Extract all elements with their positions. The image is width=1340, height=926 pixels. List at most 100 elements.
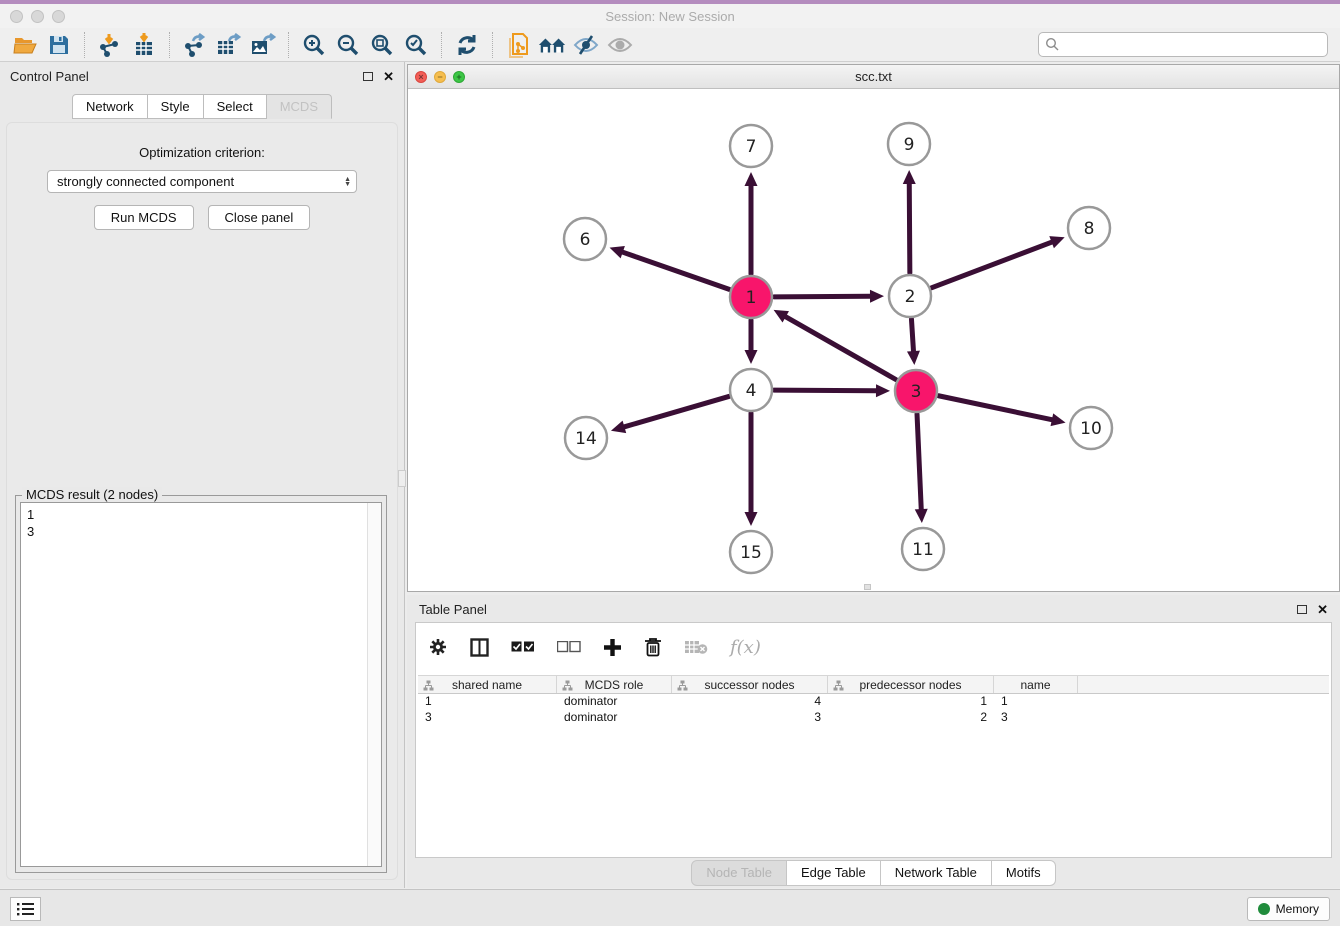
node-label-11: 11: [912, 540, 934, 560]
column-header-predecessor-nodes[interactable]: predecessor nodes: [828, 676, 994, 693]
search-input[interactable]: [1060, 38, 1327, 52]
table-cell[interactable]: 3: [418, 710, 557, 726]
memory-button[interactable]: Memory: [1247, 897, 1330, 921]
import-table-button[interactable]: [129, 31, 159, 59]
select-all-icon[interactable]: [511, 641, 535, 653]
export-network-button[interactable]: [180, 31, 210, 59]
network-graph[interactable]: 1234678910111415: [408, 89, 1339, 591]
edge-arrowhead: [907, 351, 920, 365]
edge-arrowhead: [1049, 236, 1064, 248]
memory-label: Memory: [1276, 902, 1319, 916]
zoom-in-button[interactable]: [299, 31, 329, 59]
tab-motifs[interactable]: Motifs: [992, 860, 1056, 886]
column-header-name[interactable]: name: [994, 676, 1078, 693]
close-panel-button[interactable]: Close panel: [208, 205, 311, 230]
table-float-icon[interactable]: [1297, 605, 1307, 614]
zoom-selected-button[interactable]: [401, 31, 431, 59]
table-cell[interactable]: 4: [672, 694, 828, 710]
add-row-icon[interactable]: [603, 638, 622, 657]
float-panel-icon[interactable]: [363, 72, 373, 81]
status-bar: Memory: [0, 889, 1340, 926]
deselect-all-icon[interactable]: [557, 641, 581, 653]
table-tabs: Node Table Edge Table Network Table Moti…: [407, 860, 1340, 886]
task-list-icon: [17, 902, 35, 916]
edge-3-10[interactable]: [939, 396, 1052, 420]
network-window-titlebar[interactable]: × − + scc.txt: [408, 65, 1339, 89]
mcds-result-text[interactable]: 1 3: [20, 502, 382, 867]
show-all-button[interactable]: [605, 31, 635, 59]
tab-mcds[interactable]: MCDS: [267, 94, 332, 119]
tab-style[interactable]: Style: [148, 94, 204, 119]
apply-layout-button[interactable]: [452, 31, 482, 59]
table-cell[interactable]: 1: [994, 694, 1078, 710]
tab-network-table[interactable]: Network Table: [881, 860, 992, 886]
import-network-button[interactable]: [95, 31, 125, 59]
save-session-button[interactable]: [44, 31, 74, 59]
hide-selected-button[interactable]: [571, 31, 601, 59]
column-header-shared-name[interactable]: shared name: [418, 676, 557, 693]
settings-gear-icon[interactable]: [428, 637, 448, 657]
export-image-button[interactable]: [248, 31, 278, 59]
table-cell[interactable]: 1: [828, 694, 994, 710]
criterion-dropdown[interactable]: strongly connected component ▲▼: [47, 170, 357, 193]
table-cell[interactable]: 1: [418, 694, 557, 710]
export-table-button[interactable]: [214, 31, 244, 59]
column-label: predecessor nodes: [859, 678, 961, 692]
canvas-resize-grip[interactable]: [864, 584, 871, 590]
delete-row-icon[interactable]: [644, 637, 662, 657]
run-mcds-button[interactable]: Run MCDS: [94, 205, 194, 230]
tab-network[interactable]: Network: [72, 94, 148, 119]
column-layout-icon[interactable]: [470, 638, 489, 657]
tab-node-table[interactable]: Node Table: [691, 860, 787, 886]
search-icon: [1045, 37, 1060, 52]
table-cell[interactable]: 3: [672, 710, 828, 726]
table-close-icon[interactable]: ✕: [1317, 603, 1328, 616]
table-row[interactable]: 1dominator411: [418, 694, 1329, 710]
column-header-MCDS-role[interactable]: MCDS role: [557, 676, 672, 693]
edge-2-9[interactable]: [909, 184, 910, 273]
result-scrollbar[interactable]: [367, 503, 381, 866]
tab-select[interactable]: Select: [204, 94, 267, 119]
control-panel: Control Panel ✕ Network Style Select MCD…: [0, 62, 405, 888]
edge-3-1[interactable]: [786, 317, 896, 380]
node-label-2: 2: [905, 287, 916, 307]
open-session-button[interactable]: [10, 31, 40, 59]
node-label-7: 7: [746, 137, 757, 157]
zoom-out-button[interactable]: [333, 31, 363, 59]
import-table-icon: [132, 33, 156, 57]
zoom-selected-icon: [404, 33, 428, 57]
edge-arrowhead: [611, 421, 626, 433]
edge-1-2[interactable]: [774, 296, 870, 297]
network-canvas[interactable]: 1234678910111415: [408, 89, 1339, 591]
toolbar-separator: [492, 32, 493, 58]
column-label: shared name: [452, 678, 522, 692]
node-label-14: 14: [575, 429, 597, 449]
function-builder-icon-disabled: f(x): [730, 637, 761, 658]
table-cell[interactable]: 2: [828, 710, 994, 726]
column-header-successor-nodes[interactable]: successor nodes: [672, 676, 828, 693]
table-row[interactable]: 3dominator323: [418, 710, 1329, 726]
edge-4-3[interactable]: [774, 390, 876, 391]
edge-1-6[interactable]: [623, 252, 730, 289]
edge-4-14[interactable]: [624, 396, 729, 426]
table-cell[interactable]: dominator: [557, 694, 672, 710]
node-table: shared name MCDS role successor nodes prede…: [418, 675, 1329, 726]
panel-splitter-grip[interactable]: [398, 470, 406, 487]
close-panel-icon[interactable]: ✕: [383, 70, 394, 83]
task-history-button[interactable]: [10, 897, 41, 921]
first-neighbors-button[interactable]: [537, 31, 567, 59]
new-network-from-selection-button[interactable]: [503, 31, 533, 59]
zoom-fit-button[interactable]: [367, 31, 397, 59]
toolbar-separator: [441, 32, 442, 58]
global-search-field[interactable]: [1038, 32, 1328, 57]
edge-arrowhead: [745, 512, 758, 526]
edge-2-3[interactable]: [911, 319, 913, 351]
edge-2-8[interactable]: [932, 242, 1052, 288]
table-cell[interactable]: 3: [994, 710, 1078, 726]
table-cell[interactable]: dominator: [557, 710, 672, 726]
column-label: successor nodes: [704, 678, 794, 692]
node-label-3: 3: [911, 382, 922, 402]
tab-edge-table[interactable]: Edge Table: [787, 860, 881, 886]
save-disk-icon: [48, 34, 70, 56]
edge-3-11[interactable]: [917, 414, 921, 509]
